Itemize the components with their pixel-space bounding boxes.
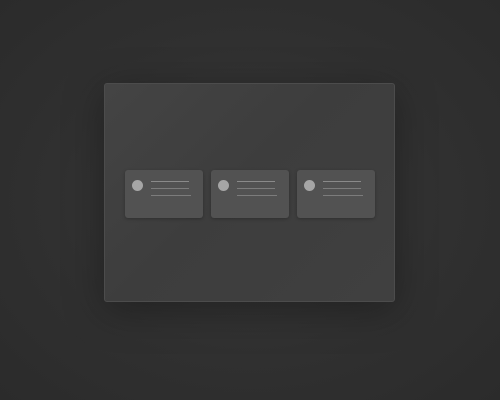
- text-placeholder-line: [323, 188, 361, 189]
- avatar-placeholder-icon: [218, 180, 229, 191]
- text-placeholder-line: [323, 181, 361, 182]
- card-container-panel: [104, 83, 395, 302]
- text-placeholder-line: [151, 188, 189, 189]
- placeholder-card[interactable]: [297, 170, 375, 218]
- avatar-placeholder-icon: [132, 180, 143, 191]
- text-placeholder-line: [237, 195, 277, 196]
- text-placeholder-line: [237, 181, 275, 182]
- avatar-placeholder-icon: [304, 180, 315, 191]
- text-placeholder-line: [151, 195, 191, 196]
- text-placeholder-line: [151, 181, 189, 182]
- page-background: { "colors": { "background": "#313131", "…: [0, 0, 500, 400]
- text-placeholder-line: [237, 188, 275, 189]
- text-placeholder-line: [323, 195, 363, 196]
- placeholder-card[interactable]: [211, 170, 289, 218]
- placeholder-card[interactable]: [125, 170, 203, 218]
